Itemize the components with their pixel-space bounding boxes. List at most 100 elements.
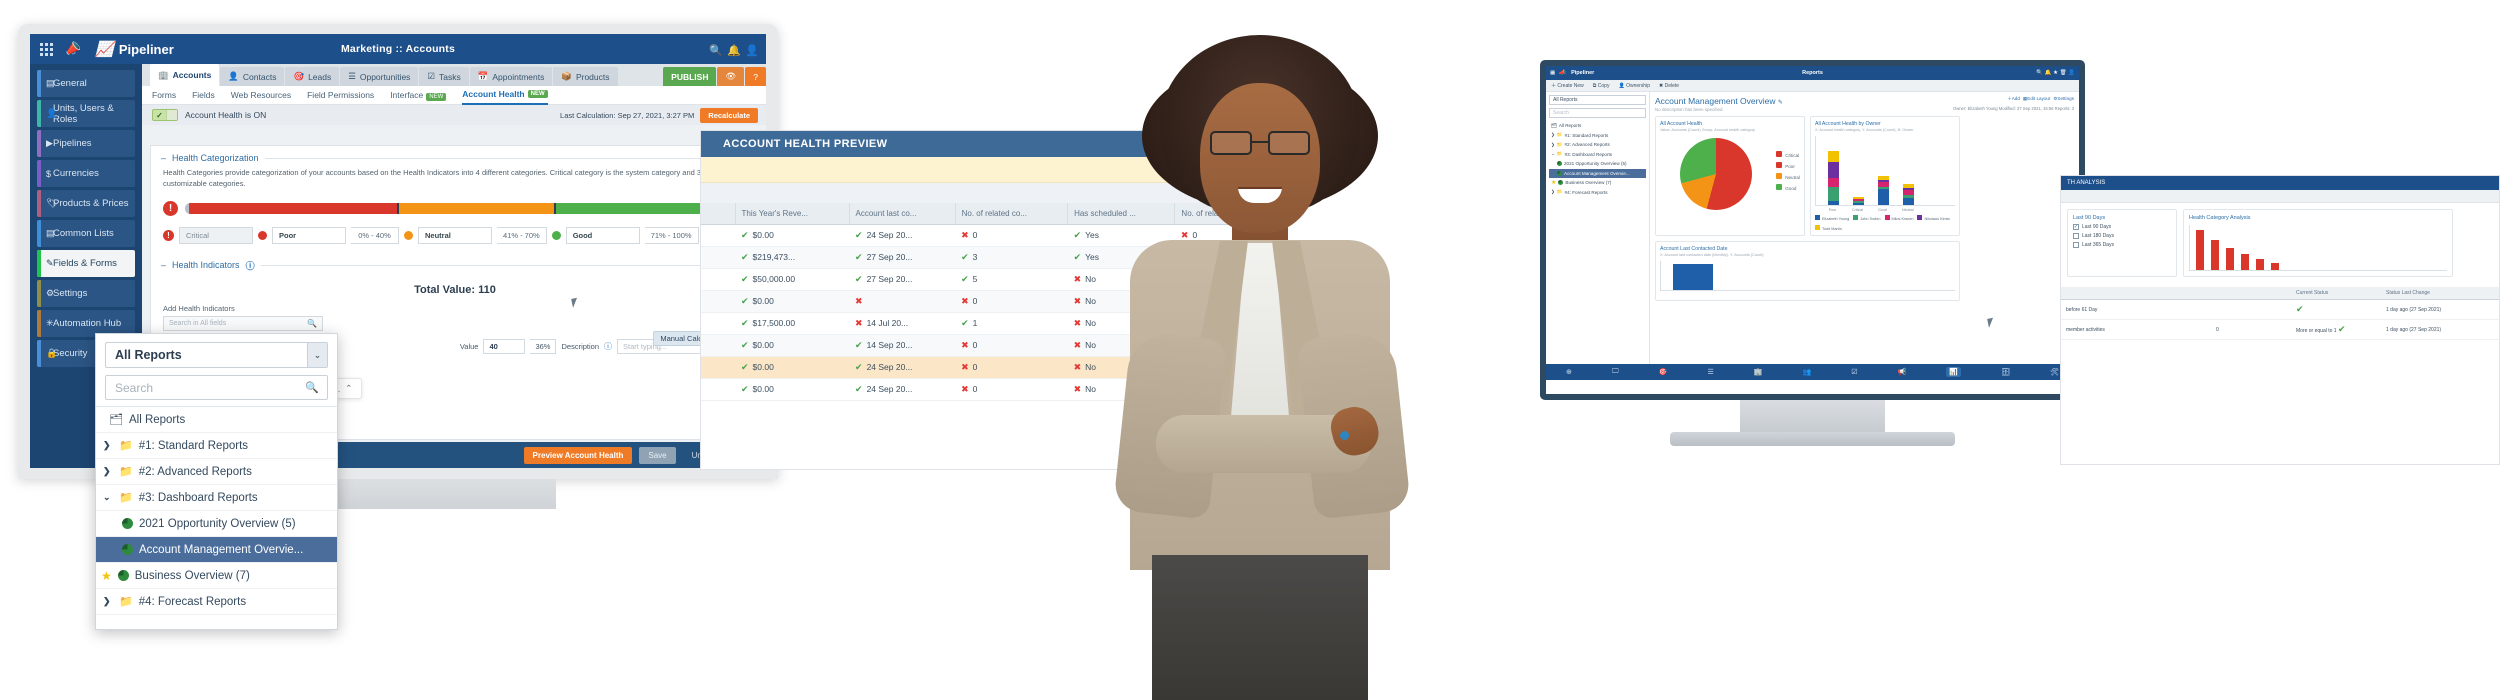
app-grid-icon[interactable]	[40, 42, 53, 56]
column-header-related-contacts[interactable]: No. of related co...	[955, 203, 1069, 225]
filter-option[interactable]: ✓ Last 90 Days	[2073, 224, 2171, 230]
tree-item-business-overview[interactable]: ★ Business Overview (7)	[96, 563, 337, 589]
column-header-status-last-change[interactable]: Status Last Change	[2381, 287, 2499, 300]
tree-item-forecast-reports[interactable]: ❯ 📁 #4: Forecast Reports	[1549, 188, 1646, 198]
widget-account-health-by-owner[interactable]: All Account Health by Owner X: Account h…	[1810, 116, 1960, 236]
tree-item-standard-reports[interactable]: ❯ 📁 #1: Standard Reports	[96, 433, 337, 459]
account-health-toggle[interactable]: ✓	[152, 109, 178, 121]
ownership-button[interactable]: 👤 Ownership	[1618, 83, 1650, 89]
tree-item-all-reports[interactable]: 🗂 All Reports	[1549, 121, 1646, 131]
avatar[interactable]: 👤	[745, 44, 759, 57]
recalculate-button[interactable]: Recalculate	[700, 107, 758, 123]
add-widget-button[interactable]: ＋Add	[2007, 96, 2020, 102]
dock-contacts-icon[interactable]: 👥	[1803, 368, 1812, 376]
dock-add-icon[interactable]: ⊕	[1566, 368, 1572, 376]
widget-account-last-contacted[interactable]: Account Last Contacted Date X: Account l…	[1655, 241, 1960, 301]
search-icon[interactable]: 🔍	[305, 381, 319, 394]
column-header-revenue[interactable]: This Year's Reve...	[735, 203, 850, 225]
column-header-current-status[interactable]: Current Status	[2291, 287, 2381, 300]
chevron-down-icon[interactable]: ⌄	[1551, 151, 1555, 157]
announcement-icon[interactable]: 📣	[1559, 70, 1566, 76]
table-row[interactable]: before 61 Day ✔ 1 day ago (27 Sep 2021)	[2061, 299, 2499, 320]
checkbox-icon[interactable]: ✓	[2073, 224, 2079, 230]
dashboard-filter-select[interactable]: All Reports	[1549, 95, 1646, 105]
sidebar-item-currencies[interactable]: $ Currencies	[37, 160, 135, 187]
dock-archive-icon[interactable]: 🗄	[2001, 368, 2010, 376]
info-icon[interactable]: ⓘ	[604, 341, 612, 352]
chevron-down-icon[interactable]: ⌄	[307, 343, 327, 367]
tree-item-business-overview[interactable]: ★ Business Overview (7)	[1549, 178, 1646, 188]
star-icon[interactable]: ★	[1551, 179, 1556, 186]
chevron-right-icon[interactable]: ❯	[1551, 132, 1555, 138]
tree-item-account-management-overview[interactable]: Account Management Overvie...	[96, 537, 337, 563]
widget-all-account-health[interactable]: All Account Health Value: Accounts (Coun…	[1655, 116, 1805, 236]
category-name-poor[interactable]: Poor	[272, 226, 346, 244]
app-grid-icon[interactable]: ▦	[1550, 70, 1555, 76]
value-input[interactable]: 40	[483, 338, 526, 354]
tab-leads[interactable]: 🎯 Leads	[285, 67, 340, 86]
tab-accounts[interactable]: 🏢 Accounts	[150, 64, 220, 86]
neutral-color-dot[interactable]	[404, 230, 413, 240]
chevron-right-icon[interactable]: ❯	[103, 440, 113, 451]
checkbox-icon[interactable]	[2073, 233, 2079, 239]
save-button[interactable]: Save	[639, 446, 676, 464]
dock-tools-icon[interactable]: 🛠	[2050, 368, 2059, 376]
collapse-icon[interactable]: –	[161, 260, 166, 270]
poor-color-dot[interactable]	[258, 230, 267, 240]
tree-item-advanced-reports[interactable]: ❯ 📁 #2: Advanced Reports	[96, 459, 337, 485]
chevron-up-icon[interactable]: ⌃	[345, 383, 352, 394]
chevron-right-icon[interactable]: ❯	[1551, 189, 1555, 195]
subtab-account-health[interactable]: Account Health NEW	[462, 86, 548, 105]
sidebar-item-settings[interactable]: ⚙ Settings	[37, 280, 135, 307]
health-range-slider[interactable]	[185, 203, 704, 215]
subtab-field-permissions[interactable]: Field Permissions	[307, 90, 374, 100]
category-name-good[interactable]: Good	[565, 226, 640, 244]
preview-account-health-button[interactable]: Preview Account Health	[523, 446, 633, 464]
dock-analytics-icon[interactable]: 📊	[1946, 367, 1962, 377]
filter-option[interactable]: Last 180 Days	[2073, 233, 2171, 239]
help-icon[interactable]: ?	[745, 67, 766, 86]
tab-appointments[interactable]: 📅 Appointments	[469, 67, 553, 86]
dock-feeds-icon[interactable]: 📢	[1898, 368, 1907, 376]
sidebar-item-pipelines[interactable]: ▶ Pipelines	[37, 130, 135, 157]
copy-button[interactable]: ⧉ Copy	[1593, 83, 1610, 89]
tree-item-standard-reports[interactable]: ❯ 📁 #1: Standard Reports	[1549, 131, 1646, 141]
sidebar-item-common-lists[interactable]: ▤ Common Lists	[37, 220, 135, 247]
column-header-select[interactable]	[701, 203, 736, 225]
tab-products[interactable]: 📦 Products	[553, 67, 618, 86]
announcement-icon[interactable]: 📣	[63, 39, 84, 60]
subtab-web-resources[interactable]: Web Resources	[231, 90, 291, 100]
settings-button[interactable]: ⚙Settings	[2053, 96, 2074, 102]
subtab-forms[interactable]: Forms	[152, 90, 176, 100]
subtab-fields[interactable]: Fields	[192, 90, 215, 100]
create-new-button[interactable]: ＋ Create New	[1551, 82, 1584, 89]
dashboard-search-input[interactable]: Search	[1549, 108, 1646, 118]
tree-item-account-management-overview[interactable]: Account Management Overvie...	[1549, 168, 1646, 178]
good-color-dot[interactable]	[551, 230, 561, 240]
chevron-down-icon[interactable]: ⌄	[103, 492, 113, 503]
column-header-blank[interactable]	[2211, 287, 2291, 300]
star-icon[interactable]: ★	[101, 569, 112, 583]
tab-opportunities[interactable]: ☰ Opportunities	[340, 67, 419, 86]
tab-tasks[interactable]: ☑ Tasks	[419, 67, 469, 86]
column-header-name[interactable]	[2061, 287, 2211, 300]
chevron-right-icon[interactable]: ❯	[1551, 142, 1555, 148]
filter-option[interactable]: Last 365 Days	[2073, 242, 2171, 248]
info-icon[interactable]: ⓘ	[246, 259, 255, 272]
chevron-right-icon[interactable]: ❯	[103, 466, 113, 477]
checkbox-icon[interactable]	[2073, 242, 2079, 248]
preview-toggle-icon[interactable]: 👁	[717, 67, 745, 86]
subtab-interface[interactable]: Interface NEW	[390, 90, 447, 101]
tree-item-all-reports[interactable]: 🗂 All Reports	[96, 407, 337, 433]
bell-icon[interactable]: 🔔	[727, 44, 741, 57]
dock-leads-icon[interactable]: 🎯	[1659, 368, 1668, 376]
dock-accounts-icon[interactable]: 🏢	[1754, 368, 1763, 376]
sidebar-item-products-prices[interactable]: 🏷 Products & Prices	[37, 190, 135, 217]
widget-date-filter[interactable]: Last 90 Days ✓ Last 90 Days Last 180 Days…	[2067, 209, 2177, 277]
search-icon[interactable]: 🔍	[709, 44, 723, 57]
dock-opportunities-icon[interactable]: ☰	[1707, 368, 1713, 376]
tree-item-advanced-reports[interactable]: ❯ 📁 #2: Advanced Reports	[1549, 140, 1646, 150]
sidebar-item-general[interactable]: ▤ General	[37, 70, 135, 97]
column-header-last-contacted[interactable]: Account last co...	[849, 203, 956, 225]
dock-navigator-icon[interactable]: 🖵	[1612, 368, 1619, 376]
